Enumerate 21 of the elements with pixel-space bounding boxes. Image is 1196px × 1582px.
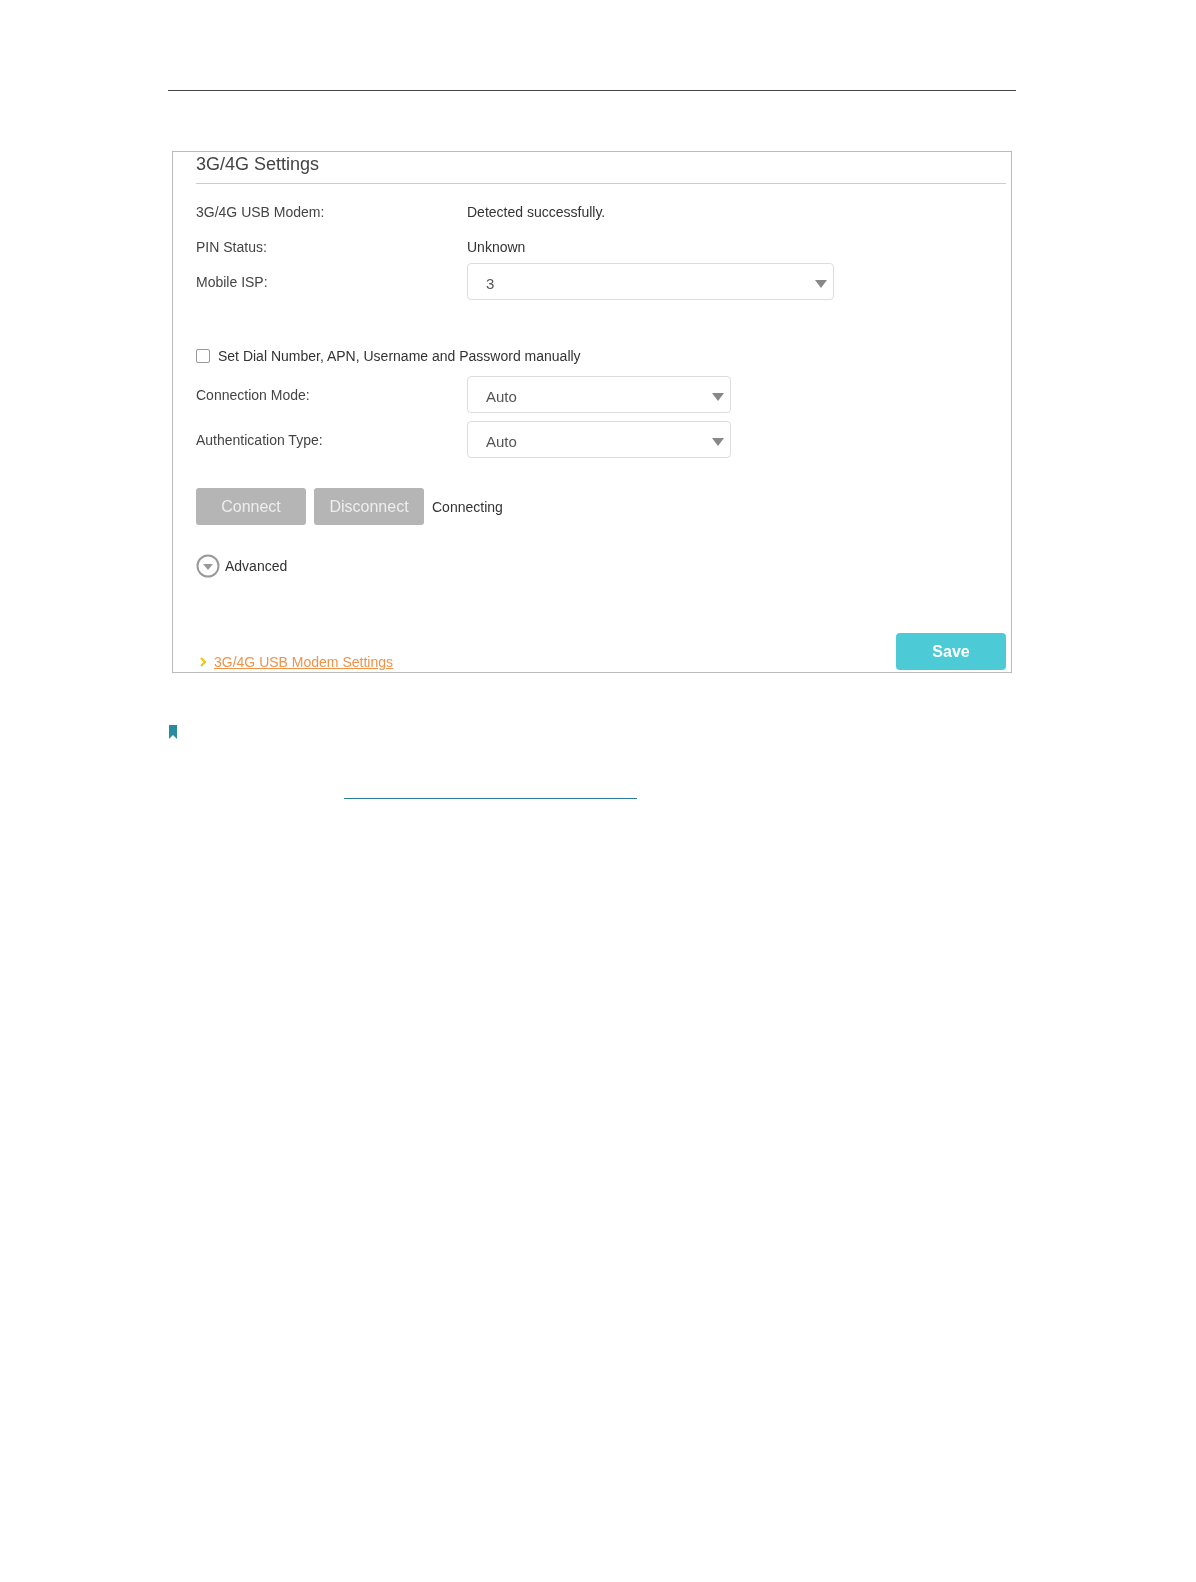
dropdown[interactable]: Auto <box>467 376 731 413</box>
field-value: Unknown <box>467 239 526 255</box>
field-label: Mobile ISP: <box>196 273 269 290</box>
checkbox-label: Set Dial Number, APN, Username and Password manually <box>218 348 581 364</box>
expand-icon[interactable] <box>196 554 220 578</box>
chevron-icon <box>200 657 206 667</box>
checkbox[interactable] <box>196 349 210 363</box>
dropdown[interactable]: Auto <box>467 421 731 458</box>
panel-title: 3G/4G Settings <box>196 152 1006 184</box>
field-label: Connection Mode: <box>196 386 311 403</box>
dropdown-caret-icon <box>712 437 724 446</box>
field-label: Authentication Type: <box>196 431 324 448</box>
field-label: PIN Status: <box>196 239 268 255</box>
isp-dropdown[interactable]: 3 <box>467 263 834 300</box>
field-value: Detected successfully. <box>467 204 606 220</box>
bookmark-icon <box>168 725 178 739</box>
dropdown-caret-icon <box>712 392 724 401</box>
field-label: 3G/4G USB Modem: <box>196 204 326 220</box>
advanced-label[interactable]: Advanced <box>225 558 288 574</box>
connection-status: Connecting <box>432 498 503 515</box>
dropdown-caret-icon <box>815 279 827 288</box>
